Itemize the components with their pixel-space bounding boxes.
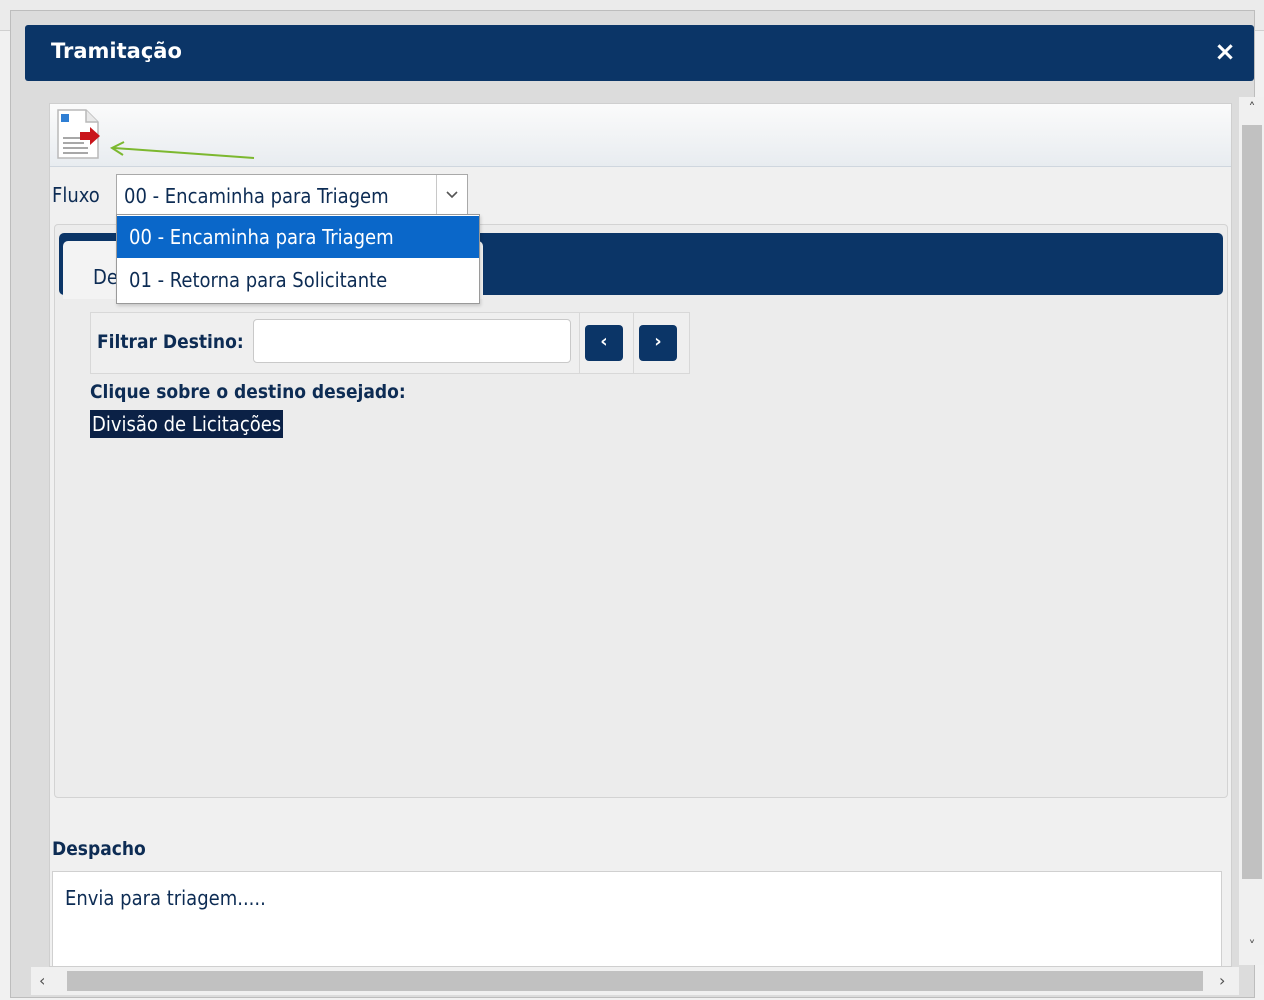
toolbar xyxy=(50,104,1231,167)
prev-button[interactable]: ‹ xyxy=(585,325,623,361)
fluxo-option[interactable]: 01 - Retorna para Solicitante xyxy=(117,259,479,301)
filter-destino-row: Filtrar Destino: ‹ › xyxy=(90,312,690,374)
chevron-down-icon[interactable] xyxy=(436,175,467,215)
horizontal-scroll-thumb[interactable] xyxy=(67,971,1203,991)
destination-item[interactable]: Divisão de Licitações xyxy=(90,410,284,438)
despacho-label: Despacho xyxy=(52,838,146,860)
scroll-down-icon[interactable]: ˅ xyxy=(1239,939,1264,955)
horizontal-scrollbar[interactable]: ‹ › xyxy=(31,967,1239,995)
filter-destino-input[interactable] xyxy=(253,319,571,363)
separator xyxy=(579,313,580,373)
dialog-titlebar: Tramitação × xyxy=(25,25,1254,81)
despacho-textarea[interactable]: Envia para triagem..... xyxy=(52,871,1222,966)
separator xyxy=(633,313,634,373)
fluxo-label: Fluxo xyxy=(52,183,100,207)
tab-label: De xyxy=(93,265,118,289)
dialog-title: Tramitação xyxy=(51,39,182,63)
scroll-left-icon[interactable]: ‹ xyxy=(39,971,45,990)
filter-destino-label: Filtrar Destino: xyxy=(97,331,244,353)
fluxo-dropdown-list: 00 - Encaminha para Triagem 01 - Retorna… xyxy=(116,214,480,304)
fluxo-select[interactable]: 00 - Encaminha para Triagem xyxy=(116,174,468,216)
document-forward-icon[interactable] xyxy=(54,108,102,160)
scroll-up-icon[interactable]: ˄ xyxy=(1239,101,1264,117)
despacho-text: Envia para triagem..... xyxy=(65,886,266,910)
hint-arrow-icon xyxy=(109,141,255,159)
fluxo-option[interactable]: 00 - Encaminha para Triagem xyxy=(117,216,479,258)
tramitacao-dialog: Tramitação × Fluxo 00 - Encaminha para T… xyxy=(10,10,1264,998)
destination-hint: Clique sobre o destino desejado: xyxy=(90,381,406,403)
close-button[interactable]: × xyxy=(1210,37,1240,67)
next-button[interactable]: › xyxy=(639,325,677,361)
fluxo-selected-value: 00 - Encaminha para Triagem xyxy=(124,184,389,208)
scroll-right-icon[interactable]: › xyxy=(1219,971,1225,990)
vertical-scroll-thumb[interactable] xyxy=(1242,125,1262,879)
vertical-scrollbar[interactable]: ˄ ˅ xyxy=(1239,97,1264,965)
tabs-panel: De xyxy=(54,224,1228,798)
